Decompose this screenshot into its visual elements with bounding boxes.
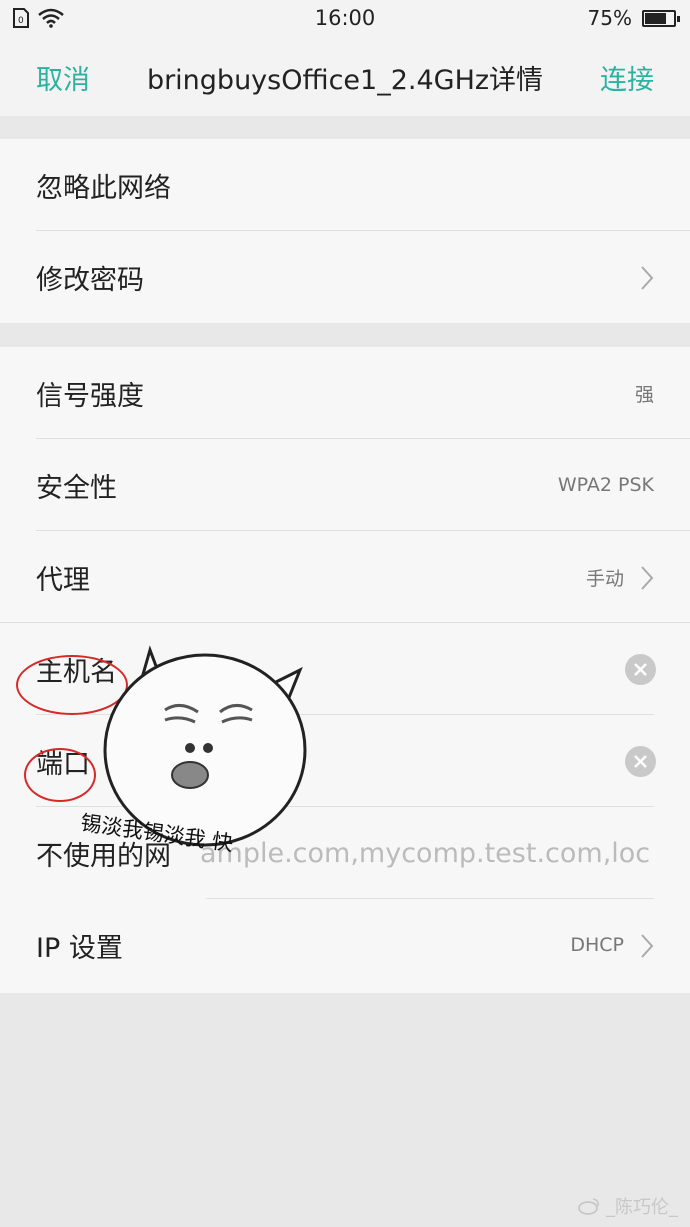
hostname-clear-button[interactable]: [625, 654, 656, 685]
forget-network-row[interactable]: 忽略此网络: [0, 139, 690, 231]
watermark-text: _陈巧伦_: [606, 1197, 678, 1218]
sticker-nostril-right: [203, 743, 213, 753]
proxy-row[interactable]: 代理 手动: [0, 531, 690, 623]
signal-strength-row: 信号强度 强: [0, 347, 690, 439]
signal-strength-value: 强: [634, 383, 654, 406]
proxy-label: 代理: [36, 564, 90, 596]
meme-sticker: 锡淡我锡淡我 快: [80, 645, 307, 856]
network-actions-group: 忽略此网络 修改密码: [0, 139, 690, 323]
status-icons-right: 75%: [587, 6, 680, 30]
forget-network-label: 忽略此网络: [36, 172, 171, 204]
connect-button[interactable]: 连接: [600, 58, 654, 97]
change-password-label: 修改密码: [36, 264, 144, 296]
chevron-right-icon: [641, 566, 654, 590]
ip-settings-label: IP 设置: [36, 932, 123, 964]
ip-settings-row[interactable]: IP 设置 DHCP: [0, 899, 690, 991]
battery-percent: 75%: [587, 6, 632, 30]
close-icon: [634, 663, 647, 676]
security-row: 安全性 WPA2 PSK: [0, 439, 690, 531]
chevron-right-icon: [641, 266, 654, 290]
sticker-nostril-left: [185, 743, 195, 753]
close-icon: [634, 755, 647, 768]
port-clear-button[interactable]: [625, 746, 656, 777]
nav-bar: 取消 bringbuysOffice1_2.4GHz详情 连接: [0, 38, 690, 116]
ip-settings-value: DHCP: [570, 934, 624, 956]
proxy-value: 手动: [585, 567, 624, 590]
chevron-right-icon: [641, 934, 654, 958]
security-label: 安全性: [36, 472, 117, 504]
status-bar: 0 16:00 75%: [0, 0, 690, 38]
page-title: bringbuysOffice1_2.4GHz详情: [146, 65, 544, 96]
status-time: 16:00: [314, 6, 376, 30]
weibo-logo-icon: [578, 1198, 599, 1215]
security-value: WPA2 PSK: [557, 474, 654, 496]
change-password-row[interactable]: 修改密码: [0, 231, 690, 323]
battery-level: [645, 12, 666, 24]
sticker-mouth: [171, 761, 209, 789]
signal-strength-label: 信号强度: [36, 380, 144, 412]
battery-icon: [642, 9, 680, 27]
watermark: _陈巧伦_: [578, 1193, 678, 1219]
